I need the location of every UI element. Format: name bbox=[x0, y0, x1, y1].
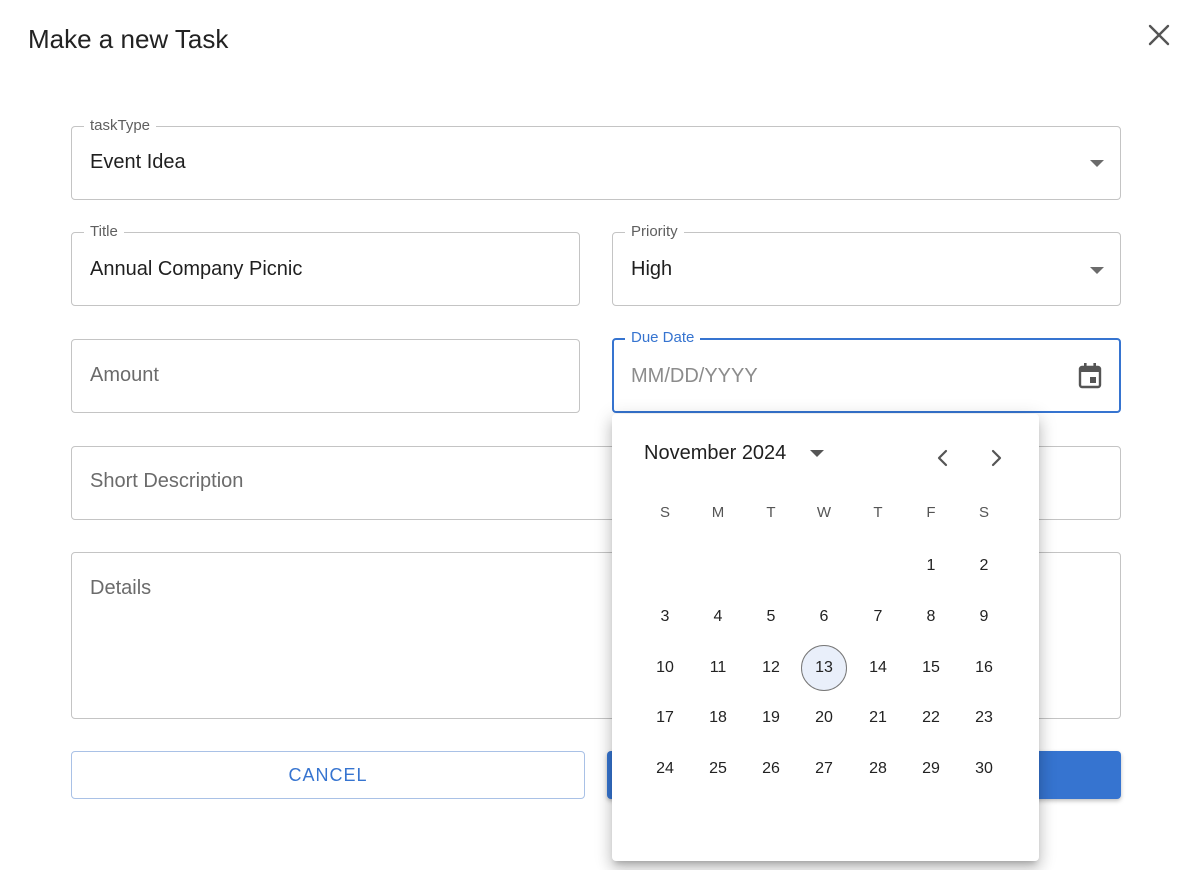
close-button[interactable] bbox=[1140, 16, 1178, 54]
next-month-button[interactable] bbox=[978, 440, 1014, 476]
calendar-day[interactable]: 22 bbox=[908, 695, 954, 741]
calendar-day-today[interactable]: 13 bbox=[801, 645, 847, 691]
calendar-day[interactable]: 24 bbox=[642, 746, 688, 792]
weekday-label: T bbox=[766, 504, 776, 521]
calendar-day[interactable]: 20 bbox=[801, 695, 847, 741]
calendar-day[interactable]: 23 bbox=[961, 695, 1007, 741]
calendar-day[interactable]: 19 bbox=[748, 695, 794, 741]
short-description-placeholder: Short Description bbox=[90, 470, 244, 492]
calendar-day[interactable]: 29 bbox=[908, 746, 954, 792]
calendar-day[interactable]: 10 bbox=[642, 645, 688, 691]
date-picker-popover: November 2024 SMTWTFS 1 2 3 4 5 6 7 8 9 10 11 12 13 1… bbox=[612, 414, 1039, 861]
calendar-day[interactable]: 30 bbox=[961, 746, 1007, 792]
due-date-placeholder: MM/DD/YYYY bbox=[631, 365, 758, 387]
calendar-day[interactable]: 3 bbox=[642, 594, 688, 640]
calendar-day[interactable]: 8 bbox=[908, 594, 954, 640]
priority-value: High bbox=[631, 258, 673, 280]
calendar-day[interactable]: 14 bbox=[855, 645, 901, 691]
calendar-day[interactable]: 5 bbox=[748, 594, 794, 640]
title-value: Annual Company Picnic bbox=[90, 258, 303, 280]
title-label: Title bbox=[84, 224, 124, 240]
calendar-day[interactable]: 7 bbox=[855, 594, 901, 640]
calendar-day[interactable]: 27 bbox=[801, 746, 847, 792]
calendar-day[interactable]: 1 bbox=[908, 543, 954, 589]
calendar-day[interactable]: 25 bbox=[695, 746, 741, 792]
close-icon bbox=[1148, 24, 1170, 46]
weekday-label: W bbox=[816, 504, 832, 521]
caret-down-icon bbox=[810, 450, 825, 457]
weekday-label: S bbox=[978, 504, 989, 521]
calendar-day[interactable]: 17 bbox=[642, 695, 688, 741]
dialog-title: Make a new Task bbox=[28, 24, 229, 54]
task-type-label: taskType bbox=[84, 118, 157, 134]
calendar-day[interactable]: 6 bbox=[801, 594, 847, 640]
weekday-label: M bbox=[711, 504, 725, 521]
calendar-day[interactable]: 11 bbox=[695, 645, 741, 691]
details-placeholder: Details bbox=[90, 577, 152, 599]
amount-placeholder: Amount bbox=[90, 364, 159, 386]
calendar-day[interactable]: 21 bbox=[855, 695, 901, 741]
calendar-day[interactable]: 2 bbox=[961, 543, 1007, 589]
calendar-day[interactable]: 4 bbox=[695, 594, 741, 640]
calendar-day[interactable]: 28 bbox=[855, 746, 901, 792]
calendar-day[interactable]: 15 bbox=[908, 645, 954, 691]
previous-month-button[interactable] bbox=[925, 440, 961, 476]
calendar-day[interactable]: 18 bbox=[695, 695, 741, 741]
task-dialog: Make a new Task taskType Event Idea Titl… bbox=[0, 0, 1192, 870]
calendar-day[interactable]: 12 bbox=[748, 645, 794, 691]
chevron-left-icon bbox=[937, 449, 948, 467]
due-date-label: Due Date bbox=[625, 330, 701, 346]
task-type-select[interactable]: taskType Event Idea bbox=[71, 118, 1121, 200]
calendar-day[interactable]: 9 bbox=[961, 594, 1007, 640]
priority-label: Priority bbox=[625, 224, 684, 240]
caret-down-icon bbox=[1090, 267, 1104, 274]
calendar-day[interactable]: 26 bbox=[748, 746, 794, 792]
calendar-month-label: November 2024 bbox=[644, 442, 787, 464]
weekday-label: T bbox=[873, 504, 883, 521]
calendar-day[interactable]: 16 bbox=[961, 645, 1007, 691]
title-input[interactable]: Title Annual Company Picnic bbox=[71, 224, 580, 306]
calendar-icon[interactable] bbox=[1077, 362, 1103, 390]
weekday-label: S bbox=[659, 504, 670, 521]
priority-select[interactable]: Priority High bbox=[612, 224, 1121, 306]
due-date-input[interactable]: Due Date MM/DD/YYYY bbox=[612, 330, 1121, 413]
amount-input[interactable]: Amount bbox=[71, 339, 580, 413]
caret-down-icon bbox=[1090, 160, 1104, 167]
month-year-switch[interactable]: November 2024 bbox=[644, 442, 825, 465]
task-type-value: Event Idea bbox=[90, 151, 186, 173]
weekday-label: F bbox=[926, 504, 936, 521]
chevron-right-icon bbox=[991, 449, 1002, 467]
cancel-button[interactable]: CANCEL bbox=[71, 751, 585, 799]
